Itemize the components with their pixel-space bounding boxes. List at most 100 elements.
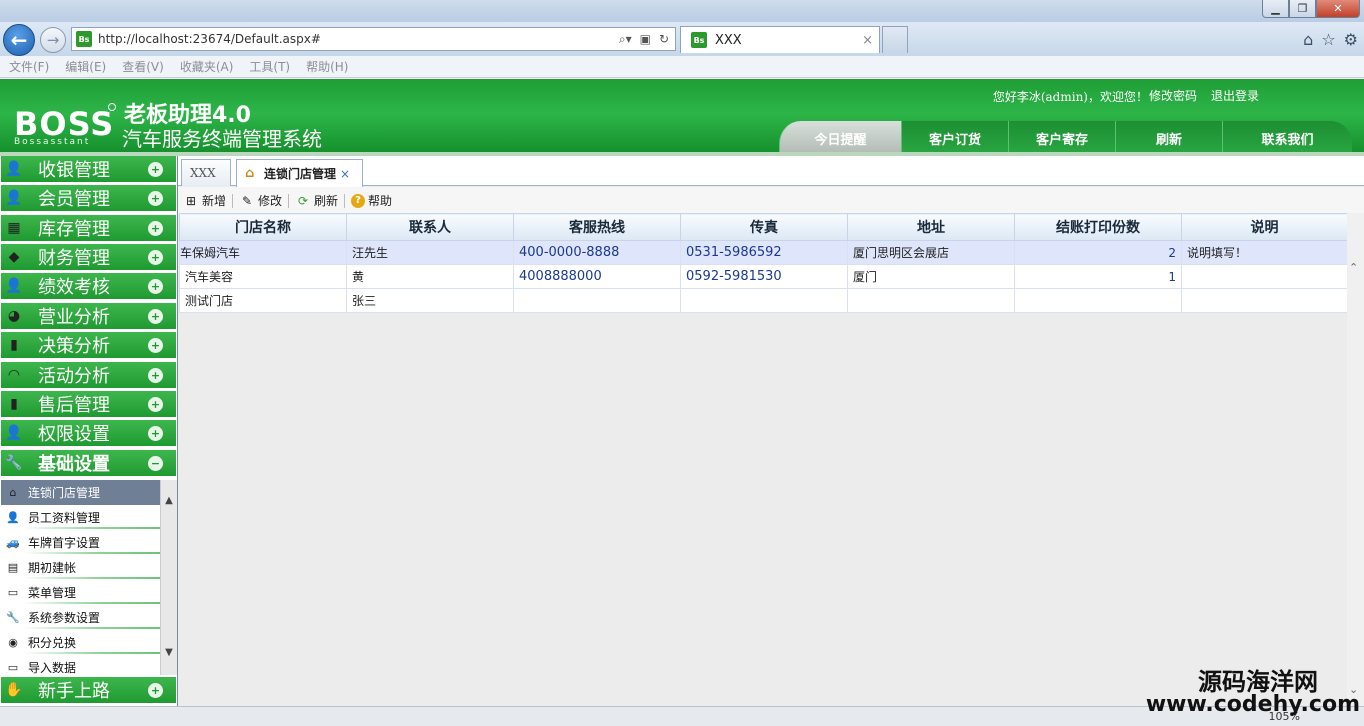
column-header-address[interactable]: 地址 <box>847 213 1015 241</box>
refresh-button[interactable]: ⟳ 刷新 <box>295 192 338 209</box>
menu-view[interactable]: 查看(V) <box>122 58 164 75</box>
expand-icon: + <box>148 682 163 698</box>
column-header-hotline[interactable]: 客服热线 <box>513 213 681 241</box>
tab-close-icon[interactable]: × <box>862 33 873 48</box>
help-button[interactable]: ? 帮助 <box>351 192 392 209</box>
panel-tab-xxx[interactable]: XXX <box>181 159 231 186</box>
expand-icon: + <box>148 308 163 324</box>
back-button[interactable]: ← <box>3 24 35 56</box>
cell-hotline: 400-0000-8888 <box>513 240 681 265</box>
column-header-print-copies[interactable]: 结账打印份数 <box>1014 213 1182 241</box>
sidebar-item-member[interactable]: 👤 会员管理 + <box>1 185 176 212</box>
minimize-button[interactable]: ▁ <box>1262 0 1289 18</box>
forward-button[interactable]: → <box>40 27 66 53</box>
panel-tab-chain-store[interactable]: ⌂ 连锁门店管理 × <box>236 159 363 187</box>
sidebar-item-performance[interactable]: 👤 绩效考核 + <box>1 273 176 300</box>
menu-help[interactable]: 帮助(H) <box>306 58 348 75</box>
menu-favorites[interactable]: 收藏夹(A) <box>180 58 234 75</box>
close-window-button[interactable]: ✕ <box>1316 0 1360 18</box>
scroll-up-icon[interactable]: ▲ <box>161 492 177 508</box>
tab-today-reminder[interactable]: 今日提醒 <box>779 121 901 156</box>
submenu-item-opening-ledger[interactable]: ▤ 期初建帐 <box>1 555 160 580</box>
browser-tab[interactable]: Bs XXX × <box>680 26 880 53</box>
column-header-fax[interactable]: 传真 <box>680 213 848 241</box>
column-header-contact[interactable]: 联系人 <box>346 213 514 241</box>
sidebar-item-after-sales[interactable]: ▮ 售后管理 + <box>1 391 176 418</box>
menu-icon: ▭ <box>7 586 19 599</box>
new-tab-button[interactable] <box>882 26 908 53</box>
sidebar-item-permission[interactable]: 👤 权限设置 + <box>1 420 176 447</box>
toolbar-divider <box>344 193 346 208</box>
home-icon[interactable]: ⌂ <box>1303 30 1313 49</box>
address-bar[interactable]: Bs http://localhost:23674/Default.aspx# … <box>71 27 676 51</box>
grid-scrollbar[interactable]: ⌃ ⌄ <box>1347 213 1364 706</box>
submenu-item-staff[interactable]: 👤 员工资料管理 <box>1 505 160 530</box>
sidebar-item-inventory[interactable]: ▦ 库存管理 + <box>1 215 176 242</box>
expand-icon: + <box>148 249 163 265</box>
sidebar-item-getting-started[interactable]: ✋ 新手上路 + <box>1 677 176 704</box>
menu-tools[interactable]: 工具(T) <box>249 58 290 75</box>
sidebar-item-label: 基础设置 <box>38 454 110 475</box>
submenu-item-label: 车牌首字设置 <box>28 536 101 550</box>
cell-address: 厦门 <box>847 264 1015 289</box>
sidebar-item-activity[interactable]: ◠ 活动分析 + <box>1 362 176 389</box>
settings-gear-icon[interactable]: ⚙ <box>1344 30 1358 49</box>
favicon-icon: Bs <box>76 31 92 47</box>
sidebar-item-decision[interactable]: ▮ 决策分析 + <box>1 332 176 359</box>
refresh-button-label: 刷新 <box>314 194 339 208</box>
add-button[interactable]: ⊞ 新增 <box>183 192 226 209</box>
browser-title-bar: ▁ ❐ ✕ <box>0 0 1364 22</box>
reload-icon[interactable]: ↻ <box>659 32 669 47</box>
store-table: 门店名称 联系人 客服热线 传真 地址 结账打印份数 说明 车保姆汽车 汪先生 … <box>179 213 1348 313</box>
submenu-item-label: 员工资料管理 <box>28 511 101 525</box>
scroll-down-icon[interactable]: ▼ <box>161 644 177 660</box>
tab-refresh[interactable]: 刷新 <box>1115 121 1222 156</box>
cell-address: 厦门思明区会展店 <box>847 240 1015 265</box>
sidebar-item-label: 新手上路 <box>38 681 110 702</box>
compat-icon[interactable]: ▣ <box>640 32 651 47</box>
search-icon[interactable]: ⌕▾ <box>619 32 632 47</box>
submenu-item-system-params[interactable]: 🔧 系统参数设置 <box>1 605 160 630</box>
submenu-scrollbar[interactable]: ▲ ▼ <box>160 480 177 675</box>
performance-icon: 👤 <box>5 278 23 294</box>
maximize-button[interactable]: ❐ <box>1289 0 1316 18</box>
sidebar-item-finance[interactable]: ◆ 财务管理 + <box>1 244 176 271</box>
submenu-item-points-exchange[interactable]: ◉ 积分兑换 <box>1 630 160 655</box>
menu-file[interactable]: 文件(F) <box>9 58 49 75</box>
sidebar-item-cashier[interactable]: 👤 收银管理 + <box>1 156 176 183</box>
edit-button[interactable]: ✎ 修改 <box>239 192 282 209</box>
scroll-up-icon[interactable]: ⌃ <box>1349 261 1358 274</box>
close-tab-icon[interactable]: × <box>340 167 350 181</box>
cell-print-copies: 2 <box>1014 240 1182 265</box>
menu-edit[interactable]: 编辑(E) <box>65 58 106 75</box>
favorites-star-icon[interactable]: ☆ <box>1321 30 1335 49</box>
column-header-store-name[interactable]: 门店名称 <box>179 213 347 241</box>
address-url[interactable]: http://localhost:23674/Default.aspx# <box>98 32 619 46</box>
table-row[interactable]: 汽车美容 黄 4008888000 0592-5981530 厦门 1 <box>179 264 1348 289</box>
cell-contact: 汪先生 <box>346 240 514 265</box>
window-controls: ▁ ❐ ✕ <box>1262 0 1360 18</box>
help-icon: ? <box>351 193 366 208</box>
sidebar-item-label: 售后管理 <box>38 395 110 416</box>
tab-customer-orders[interactable]: 客户订货 <box>901 121 1008 156</box>
expand-icon: + <box>148 337 163 353</box>
submenu-item-plate-prefix[interactable]: 🚙 车牌首字设置 <box>1 530 160 555</box>
submenu-item-label: 期初建帐 <box>28 561 77 575</box>
watermark: 源码海洋网 www.codehy.com <box>1146 670 1360 716</box>
tab-contact-us[interactable]: 联系我们 <box>1222 121 1352 156</box>
submenu-item-menu-manage[interactable]: ▭ 菜单管理 <box>1 580 160 605</box>
change-password-link[interactable]: 修改密码 <box>1149 87 1197 104</box>
table-row[interactable]: 车保姆汽车 汪先生 400-0000-8888 0531-5986592 厦门思… <box>179 240 1348 265</box>
column-header-remarks[interactable]: 说明 <box>1181 213 1348 241</box>
sidebar-item-label: 活动分析 <box>38 366 110 387</box>
product-subtitle: 汽车服务终端管理系统 <box>122 127 322 151</box>
logout-link[interactable]: 退出登录 <box>1211 87 1259 104</box>
table-row[interactable]: 测试门店 张三 <box>179 288 1348 313</box>
expand-icon: + <box>148 190 163 206</box>
tab-customer-deposit[interactable]: 客户寄存 <box>1008 121 1115 156</box>
sidebar-item-label: 库存管理 <box>38 219 110 240</box>
cell-hotline: 4008888000 <box>513 264 681 289</box>
sidebar-item-basic-settings[interactable]: 🔧 基础设置 − <box>1 450 176 477</box>
submenu-item-chain-store[interactable]: ⌂ 连锁门店管理 <box>1 480 160 505</box>
sidebar-item-business-analysis[interactable]: ◕ 营业分析 + <box>1 303 176 330</box>
